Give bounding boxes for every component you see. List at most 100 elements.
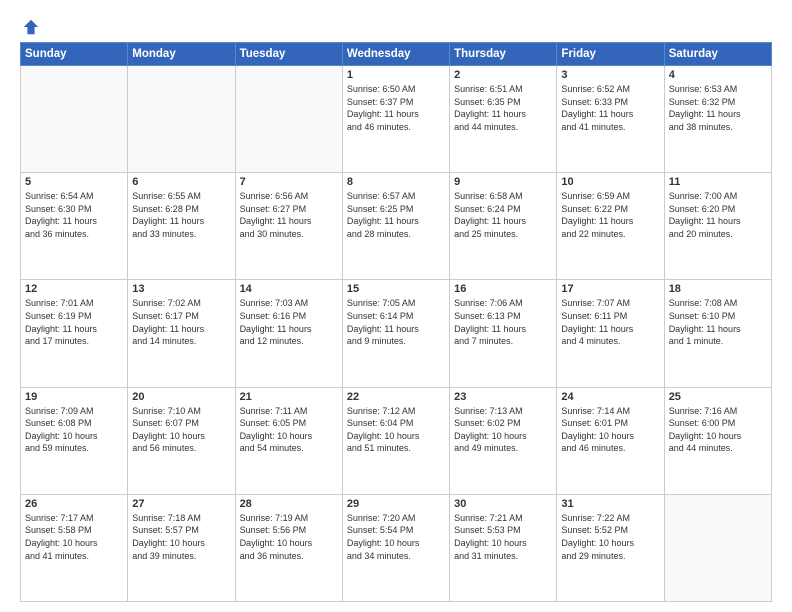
day-info: Sunrise: 6:57 AM Sunset: 6:25 PM Dayligh… <box>347 190 445 240</box>
day-info: Sunrise: 7:18 AM Sunset: 5:57 PM Dayligh… <box>132 512 230 562</box>
calendar-cell: 30 Sunrise: 7:21 AM Sunset: 5:53 PM Dayli… <box>450 494 557 601</box>
day-number: 12 <box>25 283 123 295</box>
calendar-cell: 26 Sunrise: 7:17 AM Sunset: 5:58 PM Dayli… <box>21 494 128 601</box>
weekday-header-tuesday: Tuesday <box>235 43 342 66</box>
calendar-cell: 31 Sunrise: 7:22 AM Sunset: 5:52 PM Dayli… <box>557 494 664 601</box>
day-number: 7 <box>240 176 338 188</box>
weekday-header-monday: Monday <box>128 43 235 66</box>
header <box>20 18 772 36</box>
calendar-cell: 2 Sunrise: 6:51 AM Sunset: 6:35 PM Daylig… <box>450 66 557 173</box>
calendar-cell: 20 Sunrise: 7:10 AM Sunset: 6:07 PM Dayli… <box>128 387 235 494</box>
calendar-cell: 15 Sunrise: 7:05 AM Sunset: 6:14 PM Dayli… <box>342 280 449 387</box>
calendar-cell: 1 Sunrise: 6:50 AM Sunset: 6:37 PM Daylig… <box>342 66 449 173</box>
day-number: 8 <box>347 176 445 188</box>
day-number: 2 <box>454 69 552 81</box>
day-number: 20 <box>132 391 230 403</box>
calendar-cell: 3Sunrise: 6:52 AM Sunset: 6:33 PM Daylig… <box>557 66 664 173</box>
calendar-cell <box>128 66 235 173</box>
day-info: Sunrise: 7:22 AM Sunset: 5:52 PM Dayligh… <box>561 512 659 562</box>
day-number: 11 <box>669 176 767 188</box>
day-number: 14 <box>240 283 338 295</box>
week-row-5: 26 Sunrise: 7:17 AM Sunset: 5:58 PM Dayli… <box>21 494 772 601</box>
day-number: 1 <box>347 69 445 81</box>
day-number: 27 <box>132 498 230 510</box>
day-info: Sunrise: 6:56 AM Sunset: 6:27 PM Dayligh… <box>240 190 338 240</box>
day-number: 13 <box>132 283 230 295</box>
week-row-3: 12 Sunrise: 7:01 AM Sunset: 6:19 PM Dayli… <box>21 280 772 387</box>
day-number: 6 <box>132 176 230 188</box>
day-info: Sunrise: 6:59 AM Sunset: 6:22 PM Dayligh… <box>561 190 659 240</box>
day-info: Sunrise: 7:11 AM Sunset: 6:05 PM Dayligh… <box>240 405 338 455</box>
day-info: Sunrise: 7:17 AM Sunset: 5:58 PM Dayligh… <box>25 512 123 562</box>
day-info: Sunrise: 6:54 AM Sunset: 6:30 PM Dayligh… <box>25 190 123 240</box>
day-info: Sunrise: 7:21 AM Sunset: 5:53 PM Dayligh… <box>454 512 552 562</box>
day-info: Sunrise: 6:58 AM Sunset: 6:24 PM Dayligh… <box>454 190 552 240</box>
day-info: Sunrise: 7:00 AM Sunset: 6:20 PM Dayligh… <box>669 190 767 240</box>
weekday-header-friday: Friday <box>557 43 664 66</box>
day-number: 30 <box>454 498 552 510</box>
day-number: 24 <box>561 391 659 403</box>
weekday-header-saturday: Saturday <box>664 43 771 66</box>
weekday-header-sunday: Sunday <box>21 43 128 66</box>
day-number: 29 <box>347 498 445 510</box>
day-number: 21 <box>240 391 338 403</box>
calendar-cell: 19 Sunrise: 7:09 AM Sunset: 6:08 PM Dayli… <box>21 387 128 494</box>
day-info: Sunrise: 7:01 AM Sunset: 6:19 PM Dayligh… <box>25 297 123 347</box>
calendar-cell: 21 Sunrise: 7:11 AM Sunset: 6:05 PM Dayli… <box>235 387 342 494</box>
day-info: Sunrise: 7:02 AM Sunset: 6:17 PM Dayligh… <box>132 297 230 347</box>
calendar-cell: 24 Sunrise: 7:14 AM Sunset: 6:01 PM Dayli… <box>557 387 664 494</box>
day-info: Sunrise: 7:10 AM Sunset: 6:07 PM Dayligh… <box>132 405 230 455</box>
day-info: Sunrise: 6:55 AM Sunset: 6:28 PM Dayligh… <box>132 190 230 240</box>
weekday-header-thursday: Thursday <box>450 43 557 66</box>
day-info: Sunrise: 7:16 AM Sunset: 6:00 PM Dayligh… <box>669 405 767 455</box>
calendar-cell: 10Sunrise: 6:59 AM Sunset: 6:22 PM Dayli… <box>557 173 664 280</box>
day-number: 26 <box>25 498 123 510</box>
day-info: Sunrise: 6:53 AM Sunset: 6:32 PM Dayligh… <box>669 83 767 133</box>
calendar-cell: 17 Sunrise: 7:07 AM Sunset: 6:11 PM Dayli… <box>557 280 664 387</box>
calendar-cell: 11 Sunrise: 7:00 AM Sunset: 6:20 PM Dayli… <box>664 173 771 280</box>
calendar-cell: 13 Sunrise: 7:02 AM Sunset: 6:17 PM Dayli… <box>128 280 235 387</box>
day-info: Sunrise: 7:03 AM Sunset: 6:16 PM Dayligh… <box>240 297 338 347</box>
calendar-cell: 18Sunrise: 7:08 AM Sunset: 6:10 PM Dayli… <box>664 280 771 387</box>
day-info: Sunrise: 7:12 AM Sunset: 6:04 PM Dayligh… <box>347 405 445 455</box>
day-number: 5 <box>25 176 123 188</box>
day-number: 19 <box>25 391 123 403</box>
day-info: Sunrise: 6:51 AM Sunset: 6:35 PM Dayligh… <box>454 83 552 133</box>
day-info: Sunrise: 7:13 AM Sunset: 6:02 PM Dayligh… <box>454 405 552 455</box>
day-number: 25 <box>669 391 767 403</box>
day-number: 23 <box>454 391 552 403</box>
calendar-cell <box>235 66 342 173</box>
calendar-cell: 9Sunrise: 6:58 AM Sunset: 6:24 PM Daylig… <box>450 173 557 280</box>
page: SundayMondayTuesdayWednesdayThursdayFrid… <box>0 0 792 612</box>
calendar-cell: 22Sunrise: 7:12 AM Sunset: 6:04 PM Dayli… <box>342 387 449 494</box>
calendar-cell: 7 Sunrise: 6:56 AM Sunset: 6:27 PM Daylig… <box>235 173 342 280</box>
calendar-cell: 12 Sunrise: 7:01 AM Sunset: 6:19 PM Dayli… <box>21 280 128 387</box>
calendar-cell: 6 Sunrise: 6:55 AM Sunset: 6:28 PM Daylig… <box>128 173 235 280</box>
day-number: 17 <box>561 283 659 295</box>
calendar-cell: 28Sunrise: 7:19 AM Sunset: 5:56 PM Dayli… <box>235 494 342 601</box>
week-row-1: 1 Sunrise: 6:50 AM Sunset: 6:37 PM Daylig… <box>21 66 772 173</box>
weekday-header-wednesday: Wednesday <box>342 43 449 66</box>
logo-icon <box>22 18 40 36</box>
day-number: 4 <box>669 69 767 81</box>
day-number: 16 <box>454 283 552 295</box>
day-info: Sunrise: 7:09 AM Sunset: 6:08 PM Dayligh… <box>25 405 123 455</box>
week-row-2: 5 Sunrise: 6:54 AM Sunset: 6:30 PM Daylig… <box>21 173 772 280</box>
day-number: 18 <box>669 283 767 295</box>
calendar-cell: 25 Sunrise: 7:16 AM Sunset: 6:00 PM Dayli… <box>664 387 771 494</box>
day-number: 31 <box>561 498 659 510</box>
day-info: Sunrise: 7:05 AM Sunset: 6:14 PM Dayligh… <box>347 297 445 347</box>
day-info: Sunrise: 6:52 AM Sunset: 6:33 PM Dayligh… <box>561 83 659 133</box>
day-info: Sunrise: 7:14 AM Sunset: 6:01 PM Dayligh… <box>561 405 659 455</box>
calendar-cell: 16 Sunrise: 7:06 AM Sunset: 6:13 PM Dayli… <box>450 280 557 387</box>
calendar-cell: 29Sunrise: 7:20 AM Sunset: 5:54 PM Dayli… <box>342 494 449 601</box>
day-info: Sunrise: 6:50 AM Sunset: 6:37 PM Dayligh… <box>347 83 445 133</box>
calendar-cell: 5 Sunrise: 6:54 AM Sunset: 6:30 PM Daylig… <box>21 173 128 280</box>
day-number: 15 <box>347 283 445 295</box>
day-info: Sunrise: 7:07 AM Sunset: 6:11 PM Dayligh… <box>561 297 659 347</box>
day-info: Sunrise: 7:06 AM Sunset: 6:13 PM Dayligh… <box>454 297 552 347</box>
week-row-4: 19 Sunrise: 7:09 AM Sunset: 6:08 PM Dayli… <box>21 387 772 494</box>
calendar-cell: 8 Sunrise: 6:57 AM Sunset: 6:25 PM Daylig… <box>342 173 449 280</box>
calendar-cell: 27 Sunrise: 7:18 AM Sunset: 5:57 PM Dayli… <box>128 494 235 601</box>
calendar-cell: 4 Sunrise: 6:53 AM Sunset: 6:32 PM Daylig… <box>664 66 771 173</box>
